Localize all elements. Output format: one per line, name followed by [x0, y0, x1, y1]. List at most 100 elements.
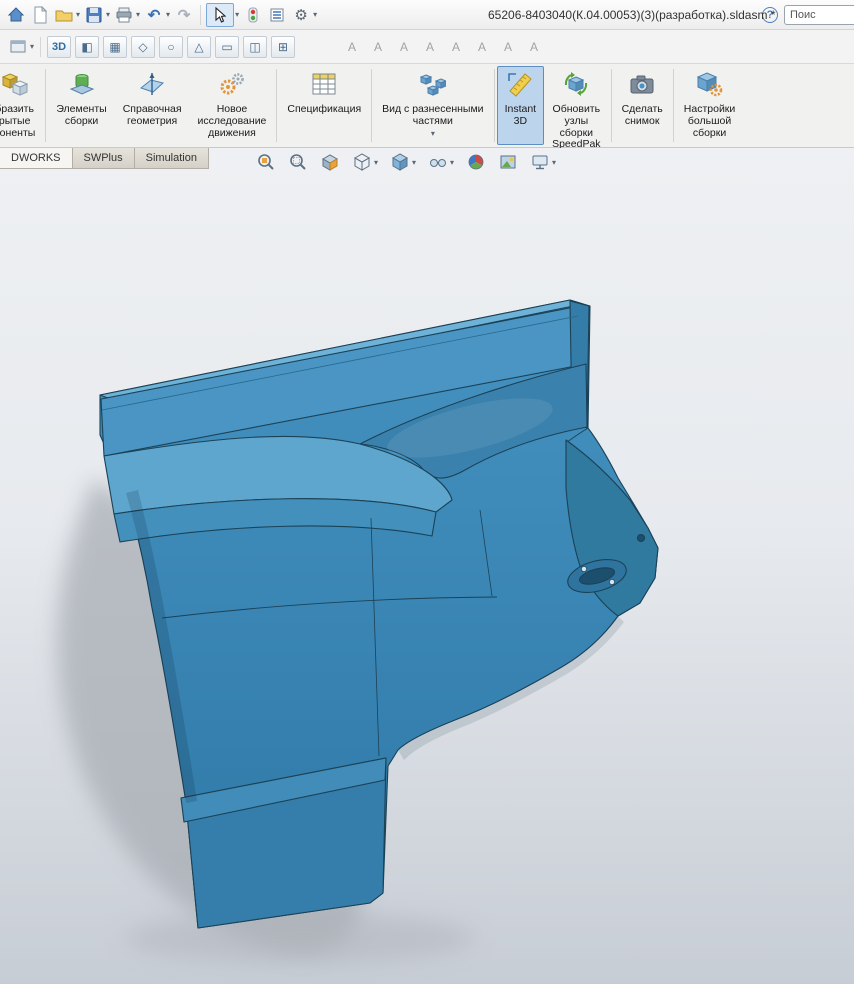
annotation-icon-4[interactable]: A — [419, 36, 441, 58]
ribbon-button-label: Спецификация — [287, 104, 361, 116]
display-style-dropdown-icon[interactable]: ▾ — [412, 158, 416, 167]
bracket-screw-2 — [609, 579, 614, 584]
ribbon-button-bom[interactable]: Спецификация — [279, 66, 369, 145]
ribbon-separator — [45, 69, 46, 142]
edit-appearance-icon[interactable] — [466, 152, 486, 172]
model-ground-shadow — [125, 912, 475, 964]
tab-simulation[interactable]: Simulation — [135, 148, 209, 169]
ribbon-button-label: бразить рытые поненты — [0, 104, 35, 139]
display-style-icon[interactable]: ▾ — [390, 152, 416, 172]
view-settings-dropdown-icon[interactable]: ▾ — [552, 158, 556, 167]
command-manager-tabs: DWORKS SWPlus Simulation — [0, 148, 209, 169]
show-hidden-components-icon — [2, 71, 28, 102]
bracket-hole[interactable] — [638, 535, 645, 542]
ribbon-separator — [494, 69, 495, 142]
toolbar-separator — [200, 5, 201, 25]
hide-show-items-icon[interactable]: ▾ — [428, 152, 454, 172]
exploded-view-dropdown-icon[interactable]: ▾ — [431, 130, 435, 138]
window-view-icon[interactable] — [7, 35, 29, 59]
motion-study-icon — [219, 71, 245, 102]
undo-icon[interactable]: ↶ — [143, 3, 165, 27]
new-document-icon[interactable] — [29, 3, 51, 27]
ribbon-separator — [276, 69, 277, 142]
ribbon-button-large-assembly-settings[interactable]: Настройки большой сборки — [676, 66, 744, 145]
open-file-icon[interactable] — [53, 3, 75, 27]
annotation-icon-8[interactable]: A — [523, 36, 545, 58]
zoom-fit-icon[interactable] — [256, 152, 276, 172]
tool-icon-6[interactable]: ▭ — [215, 36, 239, 58]
print-dropdown-icon[interactable]: ▾ — [136, 10, 140, 19]
bom-table-icon — [311, 71, 337, 102]
camera-icon — [629, 71, 655, 102]
tool-icon-3[interactable]: ◇ — [131, 36, 155, 58]
reference-geometry-icon — [139, 71, 165, 102]
ribbon-button-label: Новое исследование движения — [198, 104, 267, 139]
title-bar: ▾ ▾ ▾ ↶ ▾ ↷ ▾ ⚙ ▾ 65206-8403040(К.04.000… — [0, 0, 854, 30]
ribbon-button-label: Настройки большой сборки — [684, 104, 736, 139]
redo-icon[interactable]: ↷ — [173, 3, 195, 27]
section-view-icon[interactable] — [320, 152, 340, 172]
apply-scene-icon[interactable] — [498, 152, 518, 172]
search-input[interactable] — [784, 5, 854, 25]
tool-icon-4[interactable]: ○ — [159, 36, 183, 58]
tab-solidworks[interactable]: DWORKS — [0, 148, 73, 169]
tool-icon-1[interactable]: ◧ — [75, 36, 99, 58]
sketch-3d-icon[interactable]: 3D — [47, 36, 71, 58]
bracket-screw-1 — [581, 566, 586, 571]
ribbon-button-label: Сделать снимок — [622, 104, 663, 128]
update-speedpak-icon — [563, 71, 589, 102]
toolbar-separator — [40, 37, 41, 57]
ribbon-button-show-hidden-components[interactable]: бразить рытые поненты — [0, 66, 43, 145]
exploded-view-icon — [420, 71, 446, 102]
viewport-3d-model[interactable] — [0, 148, 854, 984]
ribbon-button-assembly-features[interactable]: Элементы сборки — [48, 66, 114, 145]
tool-icon-5[interactable]: △ — [187, 36, 211, 58]
annotation-icon-7[interactable]: A — [497, 36, 519, 58]
rebuild-list-icon[interactable] — [266, 3, 288, 27]
ribbon-separator — [371, 69, 372, 142]
print-icon[interactable] — [113, 3, 135, 27]
ribbon-separator — [611, 69, 612, 142]
ribbon-separator — [673, 69, 674, 142]
tool-icon-2[interactable]: ▦ — [103, 36, 127, 58]
tab-swplus[interactable]: SWPlus — [73, 148, 135, 169]
assembly-features-icon — [69, 71, 95, 102]
select-cursor-button[interactable] — [206, 3, 234, 27]
home-icon[interactable] — [5, 3, 27, 27]
annotation-icon-3[interactable]: A — [393, 36, 415, 58]
zoom-area-icon[interactable] — [288, 152, 308, 172]
document-title: 65206-8403040(К.04.00053)(3)(разработка)… — [488, 8, 775, 22]
annotation-icon-2[interactable]: A — [367, 36, 389, 58]
annotation-icon-group: A A A A A A A A — [339, 36, 547, 58]
ribbon-button-reference-geometry[interactable]: Справочная геометрия — [115, 66, 190, 145]
interference-traffic-light-icon[interactable] — [242, 3, 264, 27]
view-orientation-icon[interactable]: ▾ — [352, 152, 378, 172]
tool-icon-7[interactable]: ◫ — [243, 36, 267, 58]
tool-icon-8[interactable]: ⊞ — [271, 36, 295, 58]
window-view-dropdown-icon[interactable]: ▾ — [30, 42, 34, 51]
hide-show-dropdown-icon[interactable]: ▾ — [450, 158, 454, 167]
open-dropdown-icon[interactable]: ▾ — [76, 10, 80, 19]
annotation-icon-6[interactable]: A — [471, 36, 493, 58]
view-settings-icon[interactable]: ▾ — [530, 152, 556, 172]
annotation-icon-5[interactable]: A — [445, 36, 467, 58]
options-dropdown-icon[interactable]: ▾ — [313, 10, 317, 19]
quick-toolbar: ▾ 3D ◧ ▦ ◇ ○ △ ▭ ◫ ⊞ A A A A A A A A — [0, 30, 854, 64]
instant-3d-icon — [507, 71, 533, 102]
save-icon[interactable] — [83, 3, 105, 27]
tool-icon-group: ◧ ▦ ◇ ○ △ ▭ ◫ ⊞ — [73, 36, 297, 58]
options-gear-icon[interactable]: ⚙ — [290, 3, 312, 27]
undo-dropdown-icon[interactable]: ▾ — [166, 10, 170, 19]
annotation-icon-1[interactable]: A — [341, 36, 363, 58]
view-orientation-dropdown-icon[interactable]: ▾ — [374, 158, 378, 167]
ribbon-button-label: Справочная геометрия — [123, 104, 182, 128]
graphics-area: DWORKS SWPlus Simulation ▾ ▾ ▾ — [0, 148, 854, 984]
ribbon-button-update-speedpak[interactable]: Обновить узлы сборки SpeedPak — [544, 66, 608, 145]
ribbon-button-new-motion-study[interactable]: Новое исследование движения — [190, 66, 275, 145]
ribbon-button-instant-3d[interactable]: Instant 3D — [497, 66, 545, 145]
save-dropdown-icon[interactable]: ▾ — [106, 10, 110, 19]
ribbon-button-take-snapshot[interactable]: Сделать снимок — [614, 66, 671, 145]
ribbon-button-exploded-view[interactable]: Вид с разнесенными частями ▾ — [374, 66, 491, 145]
select-dropdown-icon[interactable]: ▾ — [235, 10, 239, 19]
heads-up-view-toolbar: ▾ ▾ ▾ ▾ — [250, 150, 562, 174]
